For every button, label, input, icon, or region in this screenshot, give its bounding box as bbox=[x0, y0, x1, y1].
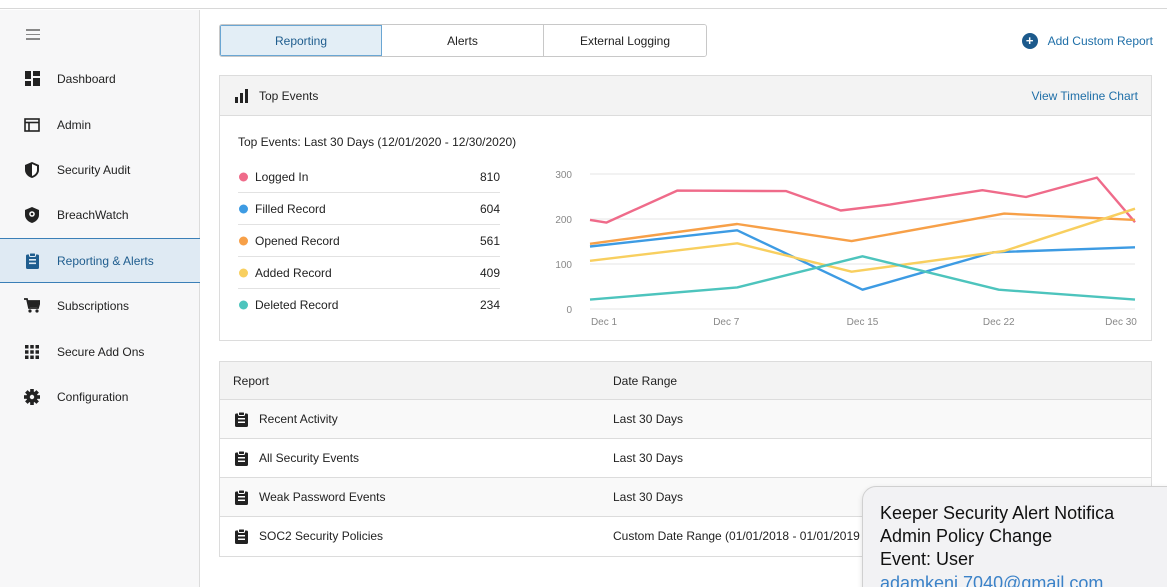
legend-dot bbox=[239, 300, 248, 310]
column-header-report: Report bbox=[233, 374, 270, 388]
y-tick-label: 300 bbox=[555, 170, 572, 181]
notification-email-link[interactable]: adamkeni.7040@gmail.com bbox=[880, 573, 1103, 587]
event-row: Filled Record 604 bbox=[238, 193, 500, 225]
y-tick-label: 200 bbox=[555, 215, 572, 226]
x-tick-label: Dec 22 bbox=[983, 317, 1015, 328]
sidebar-item-configuration[interactable]: Configuration bbox=[0, 374, 200, 419]
tab-reporting[interactable]: Reporting bbox=[220, 25, 382, 56]
cart-icon bbox=[24, 298, 40, 314]
grid-icon bbox=[24, 344, 40, 360]
sidebar-item-admin[interactable]: Admin bbox=[0, 102, 200, 147]
clipboard-icon bbox=[24, 252, 40, 269]
report-name: Weak Password Events bbox=[259, 490, 386, 504]
view-timeline-chart-link[interactable]: View Timeline Chart bbox=[1032, 89, 1139, 103]
sidebar-item-reporting-alerts[interactable]: Reporting & Alerts bbox=[0, 238, 200, 283]
tab-external-logging[interactable]: External Logging bbox=[544, 25, 706, 56]
x-tick-label: Dec 7 bbox=[713, 317, 740, 328]
legend-dot bbox=[239, 268, 248, 277]
clipboard-icon bbox=[235, 528, 248, 544]
event-row: Deleted Record 234 bbox=[238, 289, 500, 321]
breachwatch-shield-icon bbox=[24, 206, 40, 223]
sidebar-item-secure-add-ons[interactable]: Secure Add Ons bbox=[0, 329, 200, 374]
event-count: 604 bbox=[479, 201, 500, 216]
top-events-panel: Top Events View Timeline Chart Top Event… bbox=[219, 75, 1152, 341]
legend-dot bbox=[239, 172, 248, 181]
top-events-header: Top Events View Timeline Chart bbox=[220, 76, 1151, 116]
table-row[interactable]: Recent Activity Last 30 Days bbox=[220, 400, 1151, 439]
sidebar-item-label: Security Audit bbox=[57, 162, 131, 177]
sidebar-item-label: Admin bbox=[57, 117, 92, 132]
event-name: Logged In bbox=[255, 169, 309, 184]
notification-title: Keeper Security Alert Notifica bbox=[880, 503, 1115, 523]
sidebar-item-security-audit[interactable]: Security Audit bbox=[0, 147, 200, 192]
event-name: Filled Record bbox=[255, 201, 326, 216]
notification-subject: Admin Policy Change bbox=[880, 526, 1053, 546]
sidebar-item-dashboard[interactable]: Dashboard bbox=[0, 56, 200, 101]
legend-dot bbox=[239, 204, 248, 213]
clipboard-icon bbox=[235, 411, 248, 427]
event-count: 234 bbox=[479, 298, 500, 312]
event-count: 409 bbox=[479, 265, 500, 280]
add-custom-report-button[interactable]: + Add Custom Report bbox=[1021, 33, 1153, 49]
sidebar-item-label: Secure Add Ons bbox=[57, 344, 145, 359]
sidebar-item-breachwatch[interactable]: BreachWatch bbox=[0, 192, 200, 237]
add-custom-report-label: Add Custom Report bbox=[1047, 34, 1153, 48]
report-name: Recent Activity bbox=[259, 412, 338, 426]
report-date-range: Last 30 Days bbox=[613, 490, 684, 504]
sidebar-item-subscriptions[interactable]: Subscriptions bbox=[0, 283, 200, 328]
y-tick-label: 100 bbox=[555, 260, 572, 271]
dashboard-icon bbox=[24, 71, 40, 87]
report-name: SOC2 Security Policies bbox=[259, 529, 384, 543]
report-name: All Security Events bbox=[259, 451, 360, 465]
plus-circle-icon: + bbox=[1021, 33, 1038, 49]
top-events-line-chart: 0 100 200 300 Dec 1 Dec 7 Dec 15 Dec 22 Dec 30 bbox=[555, 170, 1137, 328]
bar-chart-icon bbox=[234, 89, 250, 103]
clipboard-icon bbox=[235, 489, 248, 505]
event-count: 810 bbox=[479, 169, 500, 184]
x-tick-label: Dec 30 bbox=[1105, 317, 1137, 328]
x-tick-label: Dec 15 bbox=[847, 317, 879, 328]
tab-alerts[interactable]: Alerts bbox=[382, 25, 544, 56]
column-header-date-range: Date Range bbox=[613, 374, 678, 388]
report-date-range: Last 30 Days bbox=[613, 412, 684, 426]
event-row: Logged In 810 bbox=[238, 161, 500, 193]
series-line-opened-record bbox=[589, 212, 1136, 245]
sidebar: Dashboard Admin Security Audit BreachWat… bbox=[0, 10, 200, 587]
alert-notification-popup[interactable]: Keeper Security Alert Notifica Admin Pol… bbox=[862, 486, 1167, 587]
hamburger-menu-icon[interactable] bbox=[26, 29, 40, 40]
series-line-deleted-record bbox=[589, 255, 1136, 301]
report-date-range: Last 30 Days bbox=[613, 451, 684, 465]
admin-window-icon bbox=[24, 117, 40, 133]
shield-check-icon bbox=[24, 161, 40, 178]
sidebar-item-label: Subscriptions bbox=[57, 298, 130, 313]
legend-dot bbox=[239, 236, 248, 245]
y-tick-label: 0 bbox=[566, 305, 572, 316]
sidebar-item-label: Configuration bbox=[57, 389, 129, 404]
table-header: Report Date Range bbox=[220, 362, 1151, 400]
sidebar-item-label: Dashboard bbox=[57, 71, 116, 86]
sidebar-item-label: BreachWatch bbox=[57, 207, 129, 222]
notification-event: Event: User bbox=[880, 549, 975, 569]
event-row: Opened Record 561 bbox=[238, 225, 500, 257]
tab-bar: Reporting Alerts External Logging bbox=[219, 24, 707, 57]
event-row: Added Record 409 bbox=[238, 257, 500, 289]
window-top-border bbox=[0, 0, 1167, 9]
event-count: 561 bbox=[479, 233, 500, 248]
sidebar-item-label: Reporting & Alerts bbox=[57, 253, 154, 268]
table-row[interactable]: All Security Events Last 30 Days bbox=[220, 439, 1151, 478]
gear-icon bbox=[24, 388, 40, 405]
clipboard-icon bbox=[235, 450, 248, 466]
event-name: Added Record bbox=[255, 265, 332, 280]
report-date-range: Custom Date Range (01/01/2018 - 01/01/20… bbox=[613, 529, 860, 543]
top-events-subtitle: Top Events: Last 30 Days (12/01/2020 - 1… bbox=[238, 135, 517, 149]
event-name: Deleted Record bbox=[255, 298, 339, 312]
panel-title: Top Events bbox=[259, 89, 319, 103]
event-name: Opened Record bbox=[255, 233, 340, 248]
x-tick-label: Dec 1 bbox=[591, 317, 618, 328]
